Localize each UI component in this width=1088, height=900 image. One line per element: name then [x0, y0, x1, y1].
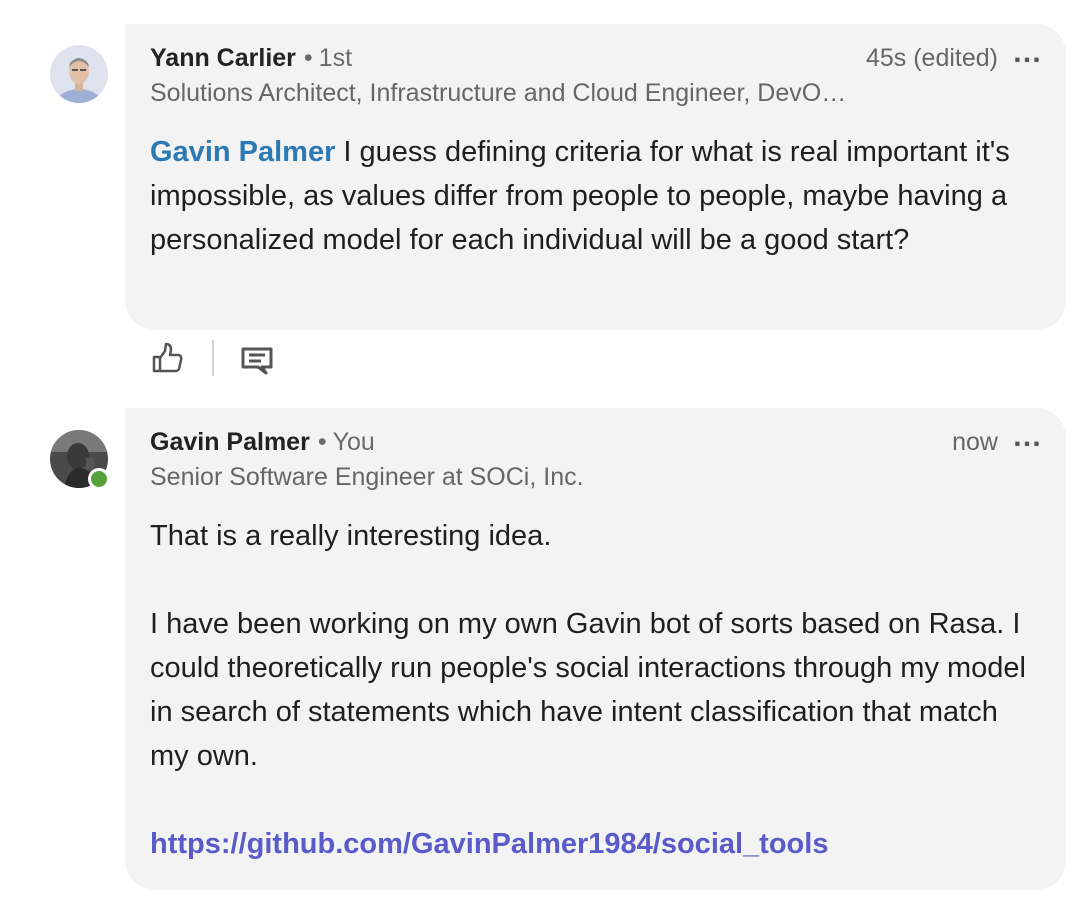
online-status-indicator: [88, 468, 110, 490]
more-options-button[interactable]: …: [1012, 421, 1044, 451]
author-headline: Senior Software Engineer at SOCi, Inc.: [150, 463, 584, 491]
separator-dot: •: [317, 428, 327, 456]
comment-meta: now …: [952, 421, 1044, 457]
mention-link[interactable]: Gavin Palmer: [150, 136, 335, 168]
comment-actions: [150, 340, 274, 376]
author-name[interactable]: Gavin Palmer: [150, 428, 310, 456]
separator-dot: •: [303, 44, 313, 72]
comment-paragraph: I have been working on my own Gavin bot …: [150, 608, 1027, 772]
timestamp: now: [952, 428, 998, 456]
comment-text: That is a really interesting idea. I hav…: [150, 514, 1036, 866]
author-line: Gavin Palmer • You: [150, 428, 375, 457]
comment-icon[interactable]: [240, 341, 274, 375]
author-name[interactable]: Yann Carlier: [150, 44, 296, 72]
avatar-image: [50, 45, 108, 103]
comment-paragraph: That is a really interesting idea.: [150, 520, 552, 552]
connection-degree: You: [332, 428, 375, 456]
author-line: Yann Carlier • 1st: [150, 44, 352, 73]
paragraph-spacer: [150, 778, 1036, 822]
github-link[interactable]: https://github.com/GavinPalmer1984/socia…: [150, 828, 828, 860]
more-options-button[interactable]: …: [1012, 37, 1044, 67]
action-divider: [212, 340, 214, 376]
author-headline: Solutions Architect, Infrastructure and …: [150, 79, 847, 107]
comment-bubble: Gavin Palmer • You Senior Software Enginee…: [125, 408, 1066, 890]
comment-meta: 45s (edited) …: [865, 37, 1044, 73]
paragraph-spacer: [150, 558, 1036, 602]
comment-link-line: https://github.com/GavinPalmer1984/socia…: [150, 822, 1036, 866]
avatar-gavin[interactable]: [50, 430, 110, 490]
comment-bubble: Yann Carlier • 1st Solutions Architect, In…: [125, 24, 1066, 330]
timestamp: 45s (edited): [865, 44, 998, 72]
avatar-yann[interactable]: [50, 45, 108, 103]
connection-degree: 1st: [318, 44, 353, 72]
comment-thread: Yann Carlier • 1st Solutions Architect, In…: [0, 0, 1088, 900]
comment-text: Gavin Palmer I guess defining criteria f…: [150, 130, 1036, 262]
thumbs-up-icon[interactable]: [150, 341, 184, 375]
